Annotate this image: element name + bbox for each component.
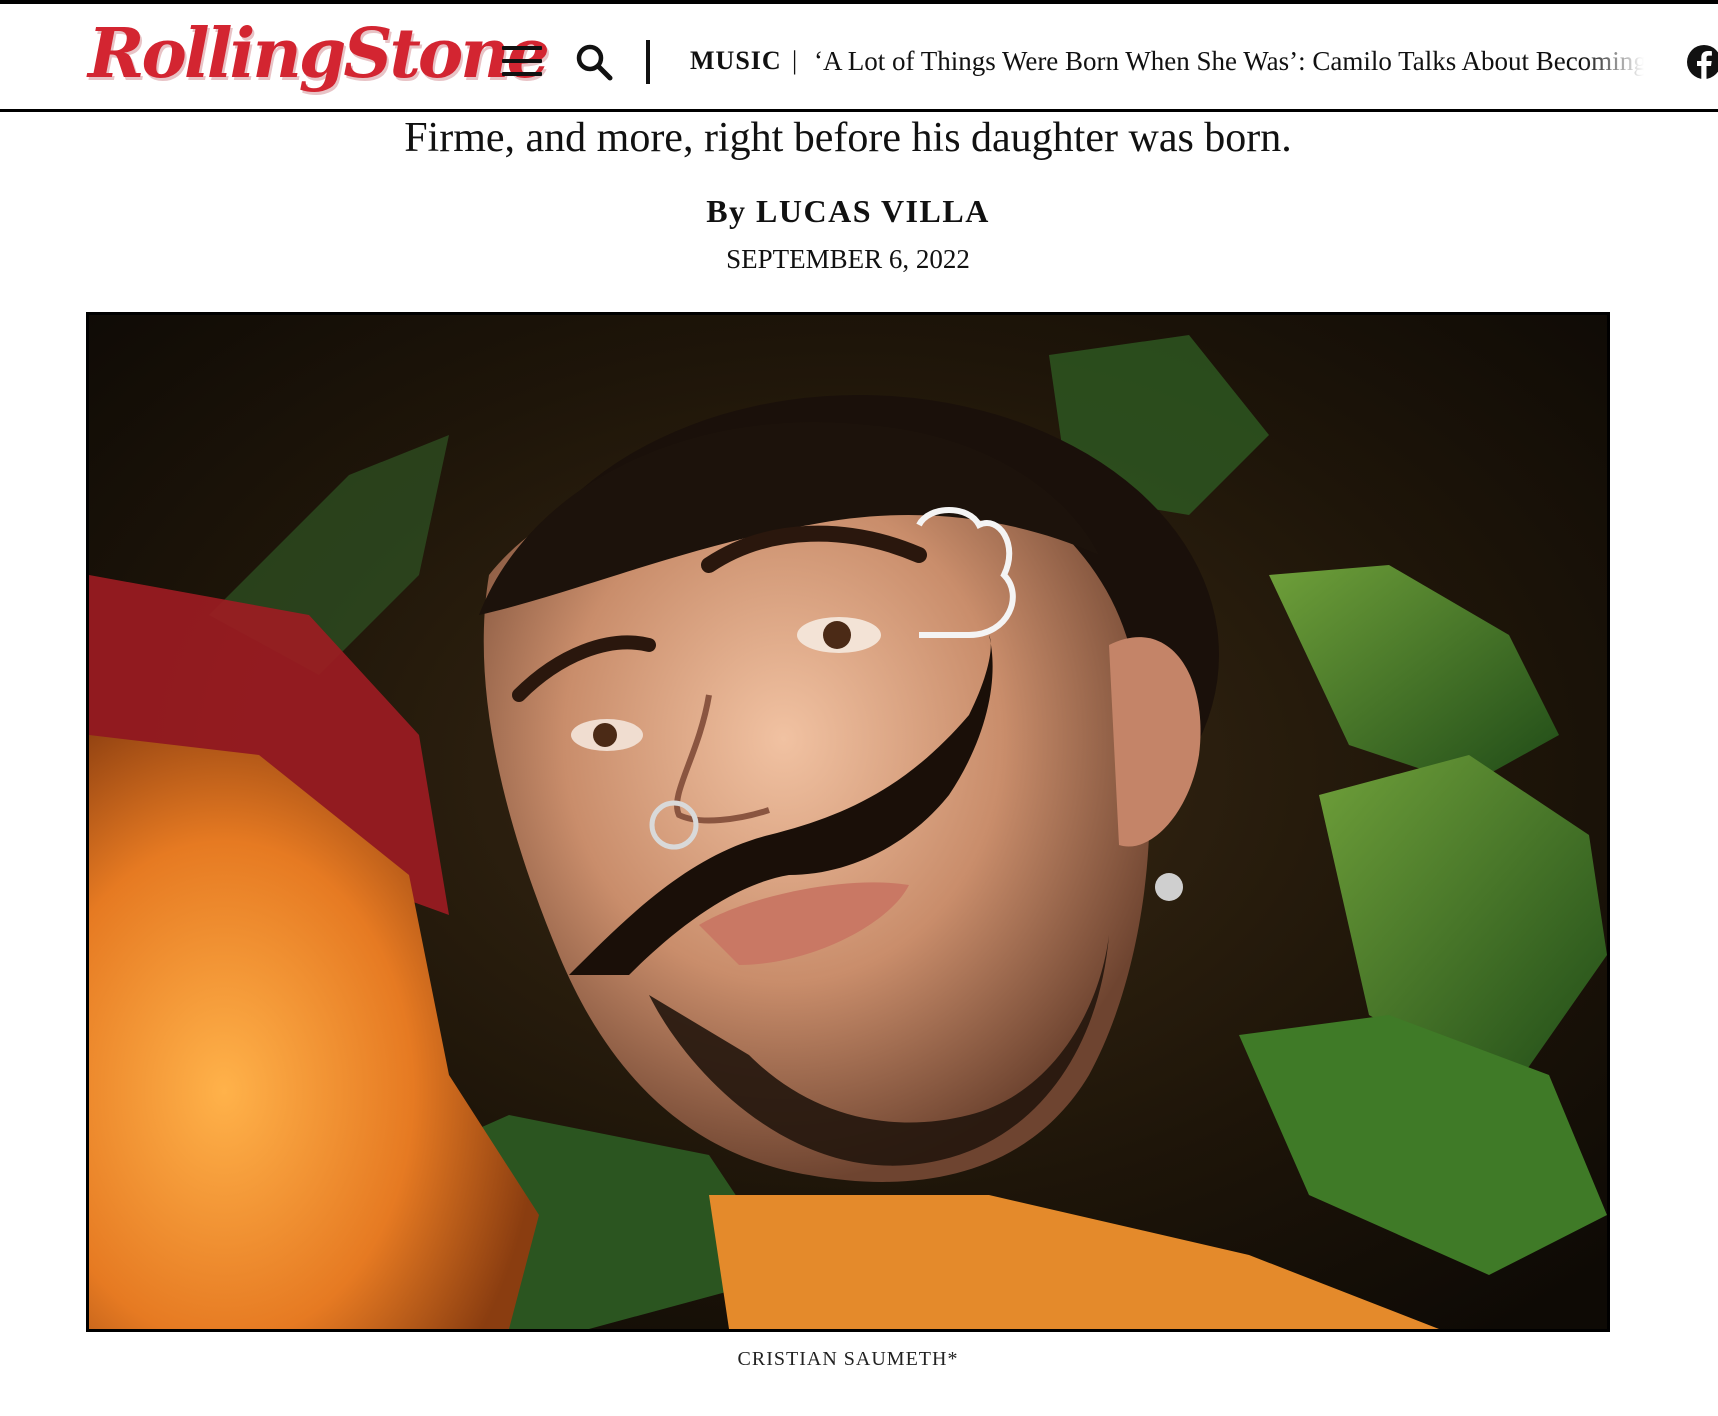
hero-photo-illustration: [89, 315, 1607, 1329]
facebook-icon[interactable]: [1686, 44, 1718, 80]
byline-prefix: By: [706, 193, 747, 229]
search-icon[interactable]: [574, 42, 614, 82]
header-divider: [646, 40, 650, 84]
publish-date: SEPTEMBER 6, 2022: [726, 244, 970, 274]
site-header: RollingStone MUSIC | ‘A Lot of Things We…: [0, 0, 1718, 112]
section-label-music[interactable]: MUSIC: [690, 46, 782, 76]
article-dek: Firme, and more, right before his daught…: [404, 115, 1292, 161]
author-link[interactable]: LUCAS VILLA: [756, 193, 990, 229]
header-article-headline: ‘A Lot of Things Were Born When She Was’…: [814, 46, 1644, 82]
hamburger-menu-icon[interactable]: [502, 46, 542, 76]
rolling-stone-logo[interactable]: RollingStone: [88, 20, 550, 88]
byline: By LUCAS VILLA: [0, 193, 1696, 230]
hero-photo: [86, 312, 1610, 1332]
section-separator: |: [792, 46, 798, 75]
photo-caption: CRISTIAN SAUMETH*: [737, 1348, 959, 1370]
